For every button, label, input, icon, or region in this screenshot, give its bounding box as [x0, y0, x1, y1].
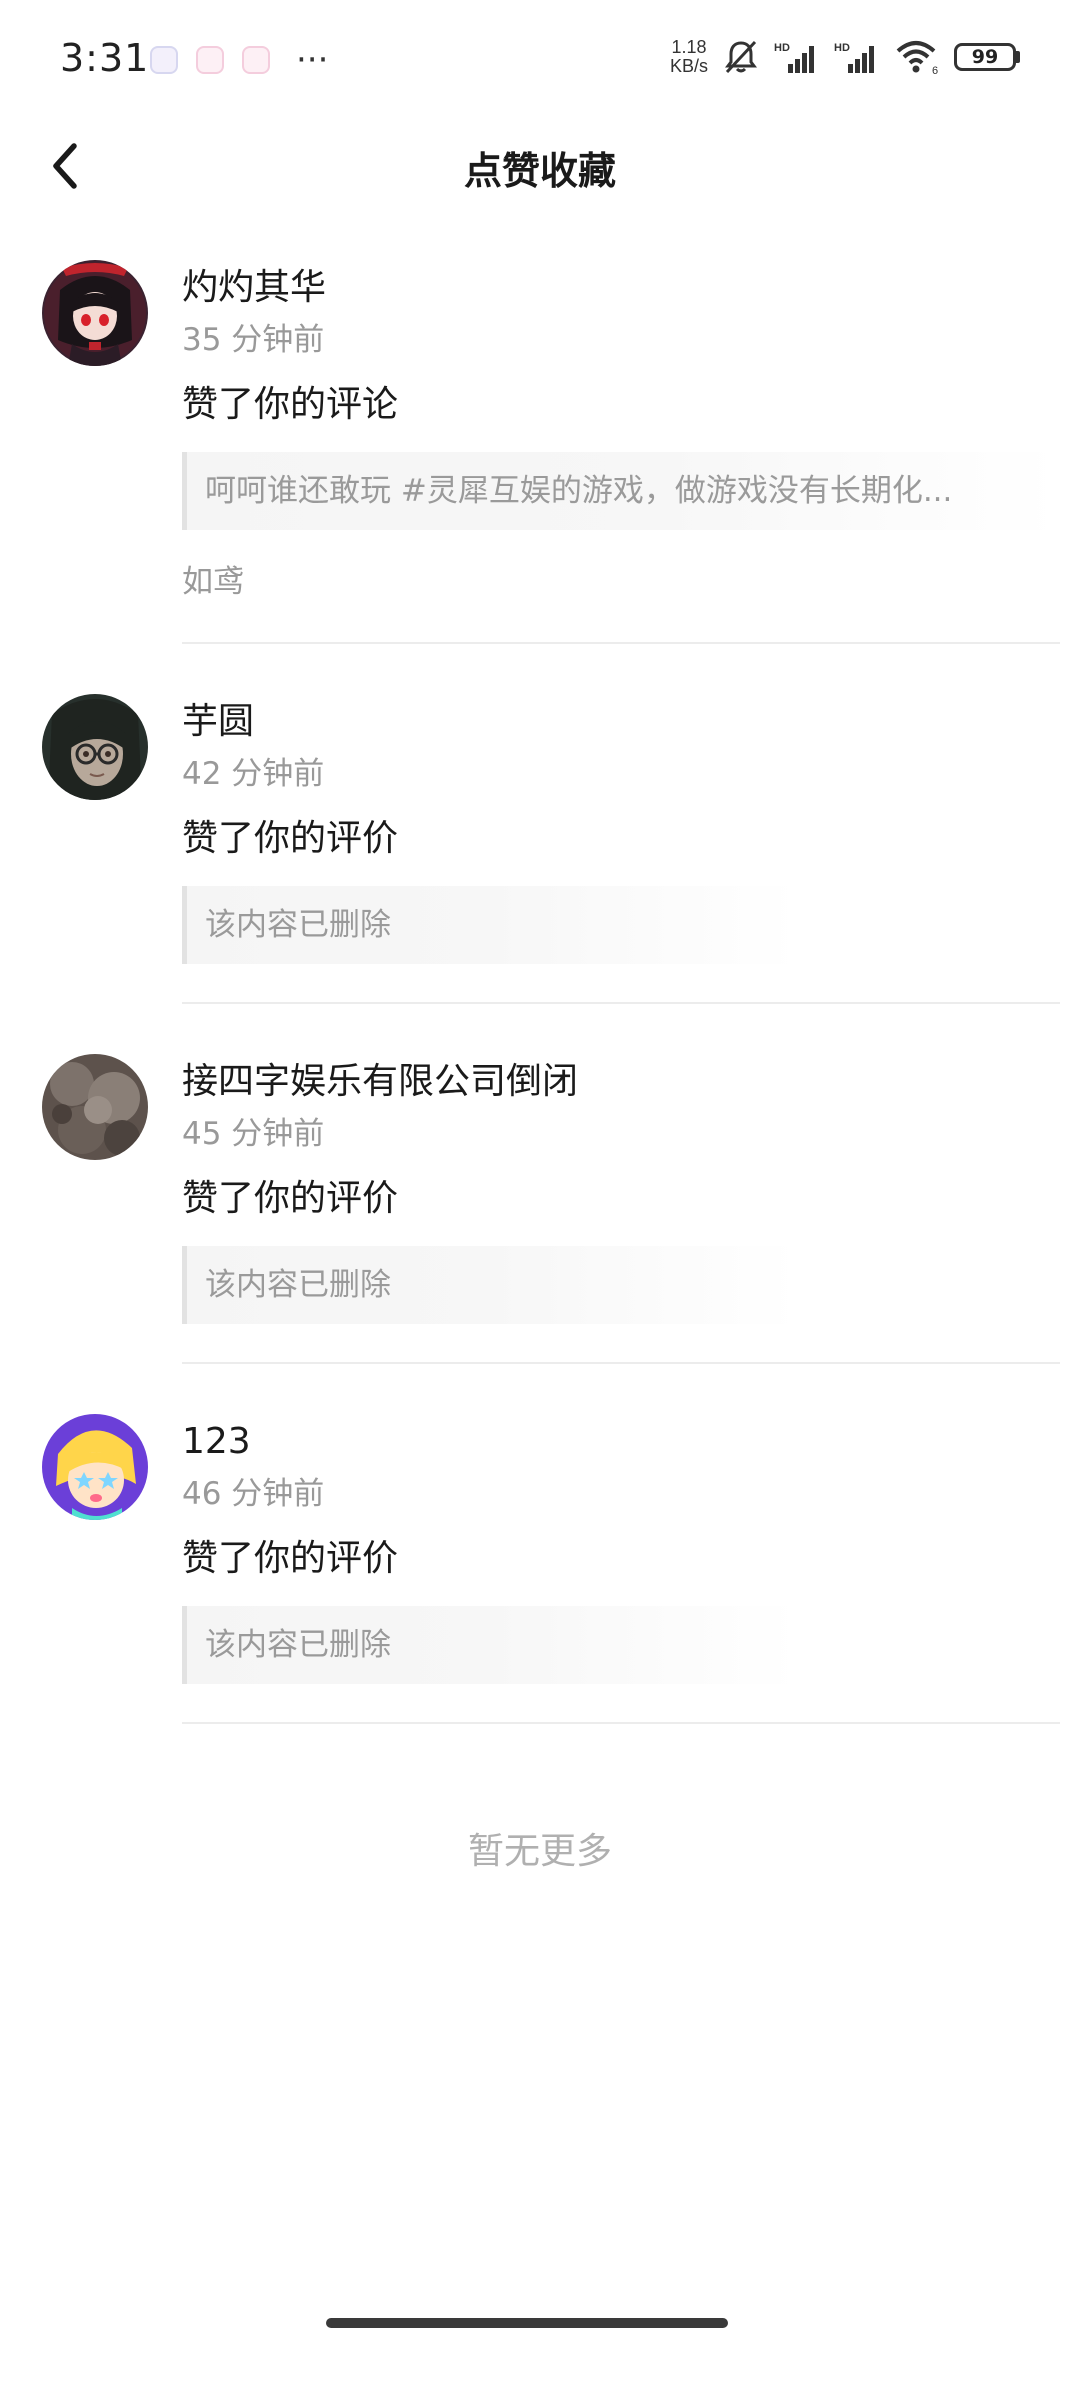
notification-item[interactable]: 芋圆 42 分钟前 赞了你的评价 该内容已删除 — [0, 684, 1080, 1004]
username[interactable]: 123 — [182, 1420, 1060, 1464]
status-notification-icons: ··· — [150, 40, 329, 80]
app-notification-icon — [242, 46, 270, 74]
notification-body: 灼灼其华 35 分钟前 赞了你的评论 呵呵谁还敢玩 #灵犀互娱的游戏，做游戏没有… — [182, 250, 1060, 644]
quoted-content[interactable]: 该内容已删除 — [182, 1246, 1060, 1324]
action-text: 赞了你的评价 — [182, 1178, 399, 1219]
app-notification-icon — [150, 46, 178, 74]
quoted-content[interactable]: 呵呵谁还敢玩 #灵犀互娱的游戏，做游戏没有长期化... — [182, 452, 1060, 530]
cellular-signal-icon: HD — [774, 42, 814, 73]
username[interactable]: 接四字娱乐有限公司倒闭 — [182, 1060, 1060, 1104]
avatar[interactable] — [42, 1054, 148, 1160]
notification-body: 接四字娱乐有限公司倒闭 45 分钟前 赞了你的评价 该内容已删除 — [182, 1044, 1060, 1364]
notification-body: 123 46 分钟前 赞了你的评价 该内容已删除 — [182, 1404, 1060, 1724]
timestamp: 35 分钟前 — [182, 322, 325, 358]
status-bar: 3:31 ··· 1.18 KB/s HD HD 6 99 — [0, 0, 1080, 120]
header: 点赞收藏 — [0, 120, 1080, 210]
notification-list: 灼灼其华 35 分钟前 赞了你的评论 呵呵谁还敢玩 #灵犀互娱的游戏，做游戏没有… — [0, 250, 1080, 1724]
svg-text:HD: HD — [834, 42, 850, 54]
avatar[interactable] — [42, 1414, 148, 1520]
network-speed: 1.18 KB/s — [669, 37, 708, 76]
mute-bell-icon — [725, 40, 757, 74]
notification-item[interactable]: 接四字娱乐有限公司倒闭 45 分钟前 赞了你的评价 该内容已删除 — [0, 1044, 1080, 1364]
timestamp: 45 分钟前 — [182, 1116, 325, 1152]
svg-text:HD: HD — [774, 42, 790, 54]
wifi-icon: 6 — [896, 41, 938, 75]
status-time: 3:31 — [60, 36, 150, 80]
avatar[interactable] — [42, 260, 148, 366]
username[interactable]: 灼灼其华 — [182, 266, 1060, 310]
timestamp: 42 分钟前 — [182, 756, 325, 792]
svg-text:6: 6 — [932, 65, 938, 75]
avatar[interactable] — [42, 694, 148, 800]
status-right-icons: 1.18 KB/s HD HD 6 99 — [670, 38, 1020, 76]
cellular-signal-icon: HD — [834, 42, 874, 73]
page-title: 点赞收藏 — [463, 149, 616, 193]
notification-item[interactable]: 123 46 分钟前 赞了你的评价 该内容已删除 — [0, 1404, 1080, 1724]
more-notifications-icon: ··· — [296, 40, 329, 80]
quoted-content[interactable]: 该内容已删除 — [182, 1606, 1060, 1684]
battery-level: 99 — [954, 43, 1016, 71]
app-notification-icon — [196, 46, 224, 74]
home-indicator[interactable] — [326, 2318, 728, 2328]
action-text: 赞了你的评论 — [182, 384, 399, 425]
username[interactable]: 芋圆 — [182, 700, 1060, 744]
notification-item[interactable]: 灼灼其华 35 分钟前 赞了你的评论 呵呵谁还敢玩 #灵犀互娱的游戏，做游戏没有… — [0, 250, 1080, 644]
notification-body: 芋圆 42 分钟前 赞了你的评价 该内容已删除 — [182, 684, 1060, 1004]
source-label[interactable]: 如鸢 — [182, 562, 1060, 602]
timestamp: 46 分钟前 — [182, 1476, 325, 1512]
battery-icon: 99 — [954, 43, 1020, 71]
action-text: 赞了你的评价 — [182, 818, 399, 859]
no-more-label: 暂无更多 — [467, 1831, 612, 1872]
action-text: 赞了你的评价 — [182, 1538, 399, 1579]
quoted-content[interactable]: 该内容已删除 — [182, 886, 1060, 964]
